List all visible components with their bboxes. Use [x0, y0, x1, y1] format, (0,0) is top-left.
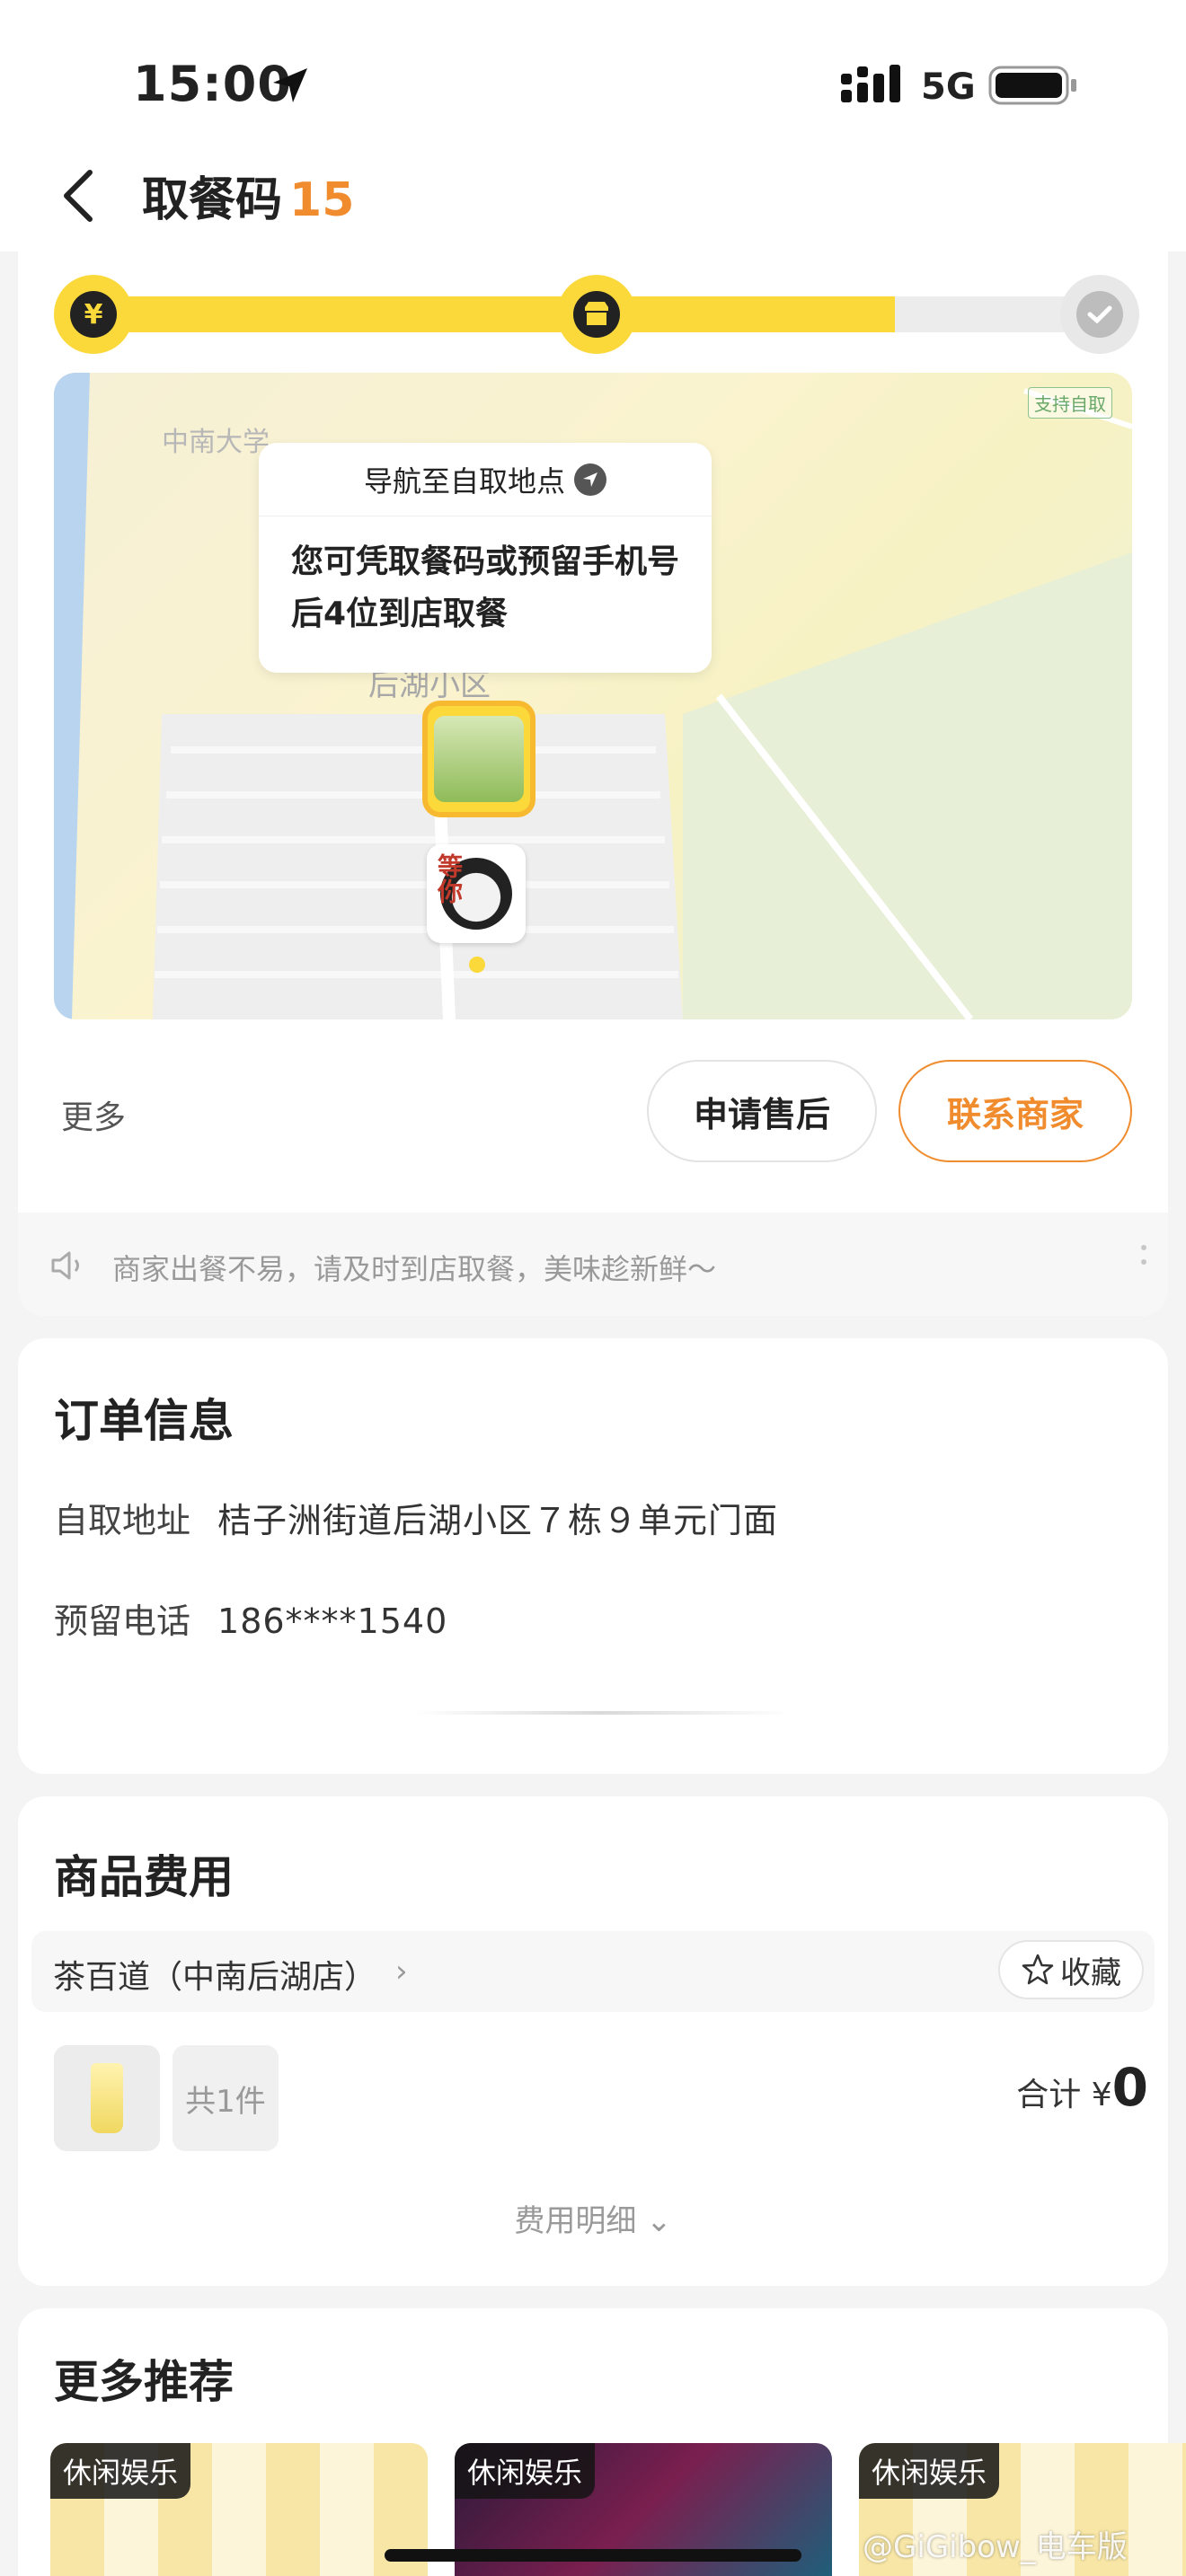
recommend-item[interactable]: 休闲娱乐	[50, 2443, 428, 2576]
pickup-instructions: 您可凭取餐码或预留手机号后4位到店取餐	[291, 543, 680, 632]
star-icon	[1022, 1954, 1054, 1985]
more-link[interactable]: 更多	[61, 1091, 126, 1138]
check-icon	[1060, 275, 1139, 354]
speaker-icon	[50, 1250, 86, 1284]
pickup-address-row: 自取地址 桔子洲街道后湖小区７栋９单元门面	[54, 1493, 778, 1542]
shop-name[interactable]: 茶百道（中南后湖店）	[53, 1951, 376, 1998]
fee-detail-label: 费用明细	[514, 2203, 637, 2239]
user-marker: 等你	[427, 844, 526, 943]
home-indicator[interactable]	[385, 2549, 801, 2562]
order-status-card: ¥ 中南大学 后湖小区 支持自取 导航至自取地点 您可凭取餐码或预留手机号后4位…	[18, 243, 1168, 1316]
order-info-title: 订单信息	[54, 1395, 234, 1447]
order-info-card: 订单信息 自取地址 桔子洲街道后湖小区７栋９单元门面 预留电话 186****154…	[18, 1338, 1168, 1774]
user-location-dot	[469, 957, 485, 973]
recommend-tag: 休闲娱乐	[859, 2443, 1000, 2499]
watermark: @GiGibow_电车版	[863, 2529, 1128, 2565]
fee-card: 商品费用 茶百道（中南后湖店） › 收藏 共1件 合计 ¥0 费用明细 ⌄	[18, 1796, 1168, 2286]
fee-detail-toggle[interactable]: 费用明细 ⌄	[18, 2196, 1168, 2240]
network-type: 5G	[921, 66, 976, 108]
map-popup: 导航至自取地点 您可凭取餐码或预留手机号后4位到店取餐	[259, 443, 712, 673]
pickup-address-label: 自取地址	[54, 1501, 191, 1540]
store-icon	[557, 275, 636, 354]
pickup-code: 15	[289, 173, 355, 227]
drink-cup-image	[91, 2063, 123, 2133]
location-arrow-icon	[270, 65, 311, 110]
navigation-icon	[574, 463, 606, 496]
currency-symbol: ¥	[1091, 2077, 1112, 2113]
favorite-label: 收藏	[1060, 1954, 1121, 1991]
expand-divider[interactable]	[413, 1711, 791, 1715]
user-marker-tag: 等你	[434, 853, 464, 904]
total-label: 合计	[1016, 2077, 1082, 2113]
reserved-phone-label: 预留电话	[54, 1601, 191, 1641]
total-amount: 合计 ¥0	[1016, 2057, 1148, 2118]
chevron-right-icon: ›	[395, 1954, 408, 1989]
contact-merchant-button[interactable]: 联系商家	[898, 1060, 1132, 1162]
pickup-support-badge: 支持自取	[1028, 387, 1112, 419]
page-title-text: 取餐码	[142, 173, 283, 227]
back-icon[interactable]	[52, 163, 106, 226]
goods-thumbnail[interactable]	[54, 2045, 160, 2151]
recommend-tag: 休闲娱乐	[455, 2443, 596, 2499]
chevron-down-icon: ⌄	[646, 2203, 672, 2239]
progress-fill	[90, 296, 895, 332]
map-label-university: 中南大学	[162, 427, 270, 458]
goods-count: 共1件	[173, 2045, 279, 2151]
status-time: 15:00	[133, 56, 292, 112]
navigate-to-pickup-button[interactable]: 导航至自取地点	[259, 443, 712, 516]
notice-text: 商家出餐不易，请及时到店取餐，美味趁新鲜～	[112, 1252, 717, 1286]
fee-title: 商品费用	[54, 1851, 234, 1903]
favorite-button[interactable]: 收藏	[998, 1940, 1144, 1999]
recommend-tag: 休闲娱乐	[50, 2443, 191, 2499]
store-photo	[434, 716, 524, 802]
order-progress: ¥	[54, 259, 1139, 354]
reserved-phone-value: 186****1540	[217, 1601, 448, 1641]
shop-row[interactable]: 茶百道（中南后湖店） › 收藏	[31, 1931, 1155, 2012]
signal-icon	[841, 65, 911, 108]
battery-icon	[988, 65, 1078, 110]
after-sale-button[interactable]: 申请售后	[647, 1060, 877, 1162]
nav-bar: 取餐码 15	[0, 144, 1186, 251]
pickup-address-value: 桔子洲街道后湖小区７栋９单元门面	[217, 1501, 779, 1540]
notice-bar: 商家出餐不易，请及时到店取餐，美味趁新鲜～	[18, 1213, 1168, 1316]
recommend-title: 更多推荐	[54, 2356, 234, 2408]
more-dots-icon[interactable]	[1141, 1245, 1148, 1274]
pickup-map[interactable]: 中南大学 后湖小区 支持自取 导航至自取地点 您可凭取餐码或预留手机号后4位到店…	[54, 373, 1132, 1019]
navigate-label: 导航至自取地点	[363, 463, 565, 498]
yuan-icon: ¥	[54, 275, 133, 354]
total-value: 0	[1111, 2057, 1148, 2118]
status-bar: 15:00 5G	[0, 0, 1186, 144]
page-title: 取餐码 15	[142, 162, 354, 229]
store-marker[interactable]	[422, 701, 535, 817]
reserved-phone-row: 预留电话 186****1540	[54, 1593, 447, 1643]
